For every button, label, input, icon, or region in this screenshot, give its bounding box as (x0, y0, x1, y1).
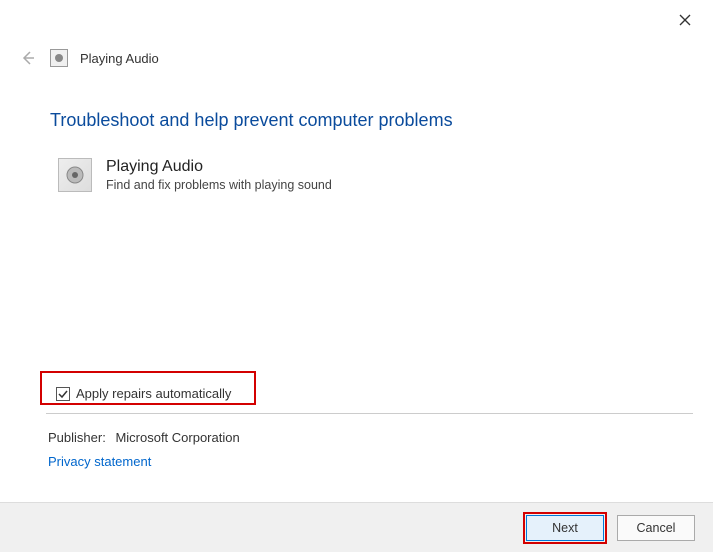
close-button[interactable] (675, 10, 695, 30)
troubleshooter-title: Playing Audio (106, 158, 332, 176)
next-button[interactable]: Next (526, 515, 604, 541)
highlight-next-button: Next (523, 512, 607, 544)
apply-repairs-label: Apply repairs automatically (76, 386, 231, 401)
privacy-statement-link[interactable]: Privacy statement (48, 454, 151, 469)
troubleshooter-header-icon (50, 49, 68, 67)
page-heading: Troubleshoot and help prevent computer p… (50, 110, 453, 131)
footer: Next Cancel (0, 502, 713, 552)
audio-icon (58, 158, 92, 192)
cancel-button[interactable]: Cancel (617, 515, 695, 541)
header-row: Playing Audio (18, 48, 159, 68)
troubleshooter-info: Playing Audio Find and fix problems with… (58, 158, 332, 192)
publisher-value: Microsoft Corporation (115, 430, 239, 445)
troubleshooter-description: Find and fix problems with playing sound (106, 178, 332, 192)
apply-repairs-checkbox[interactable] (56, 387, 70, 401)
back-button[interactable] (18, 48, 38, 68)
divider (46, 413, 693, 414)
publisher-label: Publisher: (48, 430, 106, 445)
apply-repairs-row: Apply repairs automatically (48, 380, 239, 407)
publisher-row: Publisher: Microsoft Corporation (48, 430, 240, 445)
header-title: Playing Audio (80, 51, 159, 66)
